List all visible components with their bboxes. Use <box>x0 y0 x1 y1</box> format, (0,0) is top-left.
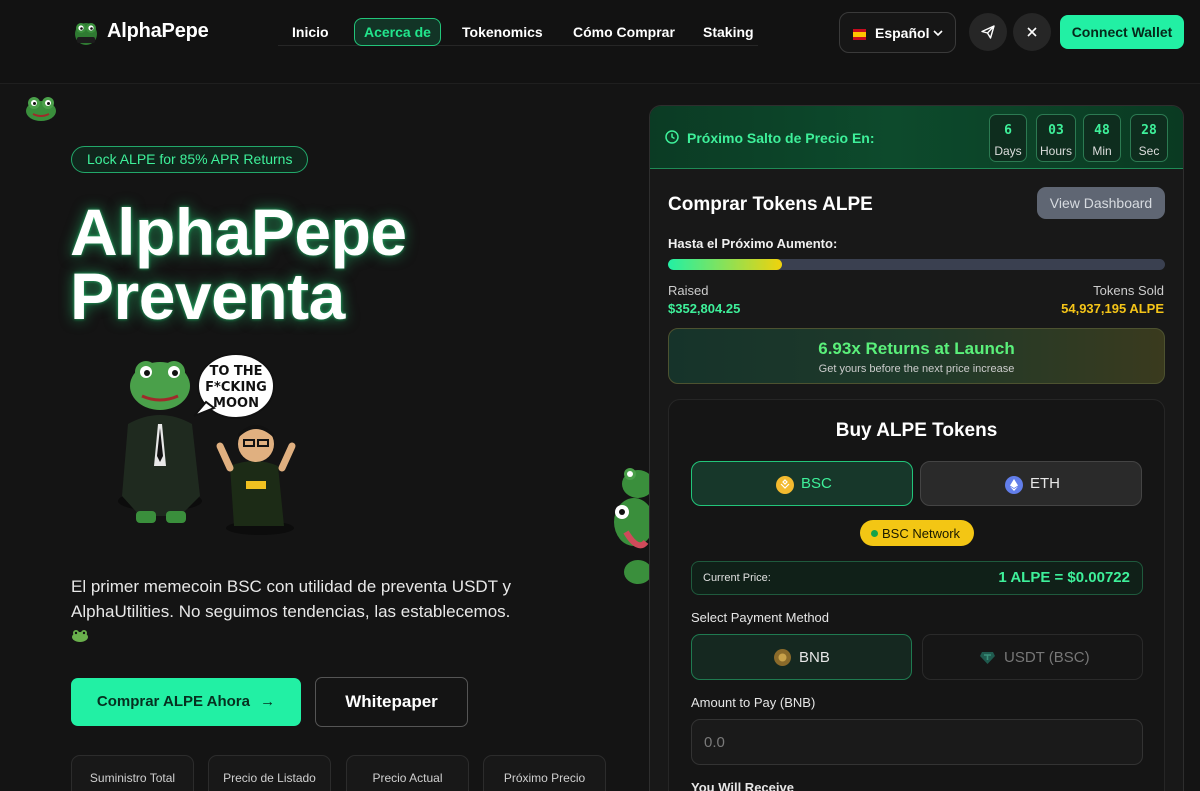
hero-illustration: TO THE F*CKING MOON <box>70 346 360 542</box>
network-label: ETH <box>1030 475 1060 492</box>
bnb-icon <box>776 476 794 494</box>
pay-bnb-button[interactable]: BNB <box>691 634 912 680</box>
hero-title: AlphaPepe Preventa <box>70 199 590 329</box>
stat-card-listing-price: Precio de Listado <box>208 755 331 791</box>
nav-link-inicio[interactable]: Inicio <box>283 18 338 46</box>
status-dot-icon <box>871 530 878 537</box>
spain-flag-icon <box>853 27 866 40</box>
countdown-unit: Hours <box>1039 144 1072 158</box>
eth-icon <box>1005 476 1023 494</box>
network-bsc-button[interactable]: BSC <box>691 461 913 506</box>
next-increase-label: Hasta el Próximo Aumento: <box>668 236 838 251</box>
price-timer-bar: Próximo Salto de Precio En: 6 Days 03 Ho… <box>650 106 1183 169</box>
buy-alpe-now-button[interactable]: Comprar ALPE Ahora → <box>71 678 301 726</box>
amount-label: Amount to Pay (BNB) <box>691 695 816 710</box>
x-twitter-icon <box>1027 27 1037 37</box>
hero-title-line2: Preventa <box>70 259 345 333</box>
apr-badge[interactable]: Lock ALPE for 85% APR Returns <box>71 146 309 173</box>
network-status-badge: BSC Network <box>860 520 974 546</box>
current-price-label: Current Price: <box>703 572 771 584</box>
stat-label: Precio Actual <box>372 771 443 785</box>
countdown-minutes: 48 Min <box>1083 114 1121 162</box>
nav-link-staking[interactable]: Staking <box>694 18 763 46</box>
countdown-unit: Days <box>994 144 1022 158</box>
presale-panel: Próximo Salto de Precio En: 6 Days 03 Ho… <box>649 105 1184 791</box>
returns-title: 6.93x Returns at Launch <box>818 339 1015 358</box>
countdown-value: 48 <box>1094 123 1110 138</box>
brand-name[interactable]: AlphaPepe <box>107 20 209 43</box>
speech-bubble-line1: TO THE <box>209 364 262 379</box>
telegram-icon <box>981 25 995 39</box>
countdown-unit: Min <box>1092 144 1112 158</box>
raised-label: Raised <box>668 283 709 298</box>
stat-card-next-price: Próximo Precio <box>483 755 606 791</box>
network-label: BSC <box>801 475 832 492</box>
network-eth-button[interactable]: ETH <box>920 461 1142 506</box>
timer-label: Próximo Salto de Precio En: <box>687 130 875 146</box>
speech-bubble-line3: MOON <box>213 396 259 411</box>
stat-card-total-supply: Suministro Total <box>71 755 194 791</box>
returns-banner: 6.93x Returns at Launch Get yours before… <box>668 328 1165 384</box>
buy-form-card: Buy ALPE Tokens BSC ETH BSC Network Curr… <box>668 399 1165 791</box>
pay-usdt-bsc-button[interactable]: USDT (BSC) <box>922 634 1143 680</box>
language-selector[interactable]: Español <box>839 12 956 53</box>
clock-icon <box>665 130 679 144</box>
current-price-box: Current Price: 1 ALPE = $0.00722 <box>691 561 1143 595</box>
frog-emoji-icon <box>71 628 89 642</box>
connect-wallet-button[interactable]: Connect Wallet <box>1060 15 1184 49</box>
stat-label: Precio de Listado <box>223 771 316 785</box>
returns-subtitle: Get yours before the next price increase <box>818 363 1015 375</box>
payment-label: USDT (BSC) <box>1004 649 1090 666</box>
speech-bubble-line2: F*CKING <box>205 380 267 395</box>
buy-alpe-now-label: Comprar ALPE Ahora <box>96 693 250 710</box>
language-label: Español <box>875 25 930 41</box>
nav-link-como-comprar[interactable]: Cómo Comprar <box>564 18 684 46</box>
nav-link-tokenomics[interactable]: Tokenomics <box>453 18 552 46</box>
telegram-button[interactable] <box>969 13 1007 51</box>
raised-value: $352,804.25 <box>668 301 741 316</box>
countdown-unit: Sec <box>1138 144 1160 158</box>
countdown-value: 03 <box>1048 123 1064 138</box>
usdt-icon <box>979 649 996 666</box>
presale-progress-fill <box>668 259 783 270</box>
stat-label: Suministro Total <box>89 771 176 785</box>
stat-card-current-price: Precio Actual <box>346 755 469 791</box>
network-status-label: BSC Network <box>882 526 961 541</box>
peeking-frog-icon <box>608 462 654 588</box>
nav-link-acerca-de[interactable]: Acerca de <box>354 18 441 46</box>
main-nav: Inicio Acerca de Tokenomics Cómo Comprar… <box>278 18 758 46</box>
top-navbar: AlphaPepe Inicio Acerca de Tokenomics Có… <box>0 0 1200 84</box>
arrow-right-icon: → <box>260 693 276 710</box>
buy-tokens-title: Comprar Tokens ALPE <box>668 194 873 215</box>
x-twitter-button[interactable] <box>1013 13 1051 51</box>
amount-input[interactable] <box>691 719 1143 765</box>
receive-label: You Will Receive <box>691 780 794 791</box>
hero-description: El primer memecoin BSC con utilidad de p… <box>71 577 511 621</box>
presale-progress-bar <box>668 259 1165 270</box>
countdown-value: 28 <box>1141 123 1157 138</box>
whitepaper-button[interactable]: Whitepaper <box>315 677 468 727</box>
countdown-seconds: 28 Sec <box>1130 114 1168 162</box>
tokens-sold-value: 54,937,195 ALPE <box>1061 301 1164 316</box>
countdown-hours: 03 Hours <box>1036 114 1076 162</box>
chevron-down-icon <box>932 26 944 38</box>
stat-label: Próximo Precio <box>503 771 586 785</box>
countdown-days: 6 Days <box>989 114 1027 162</box>
bnb-coin-icon <box>774 649 791 666</box>
view-dashboard-button[interactable]: View Dashboard <box>1037 187 1165 219</box>
payment-label: BNB <box>799 649 830 666</box>
current-price-value: 1 ALPE = $0.00722 <box>998 569 1130 586</box>
buy-form-title: Buy ALPE Tokens <box>835 420 998 441</box>
tokens-sold-label: Tokens Sold <box>1093 283 1164 298</box>
floating-frog-icon <box>24 94 58 122</box>
frog-logo-icon[interactable] <box>73 20 99 46</box>
hero-title-line1: AlphaPepe <box>70 195 407 269</box>
countdown-value: 6 <box>1004 123 1012 138</box>
payment-method-label: Select Payment Method <box>691 610 830 625</box>
